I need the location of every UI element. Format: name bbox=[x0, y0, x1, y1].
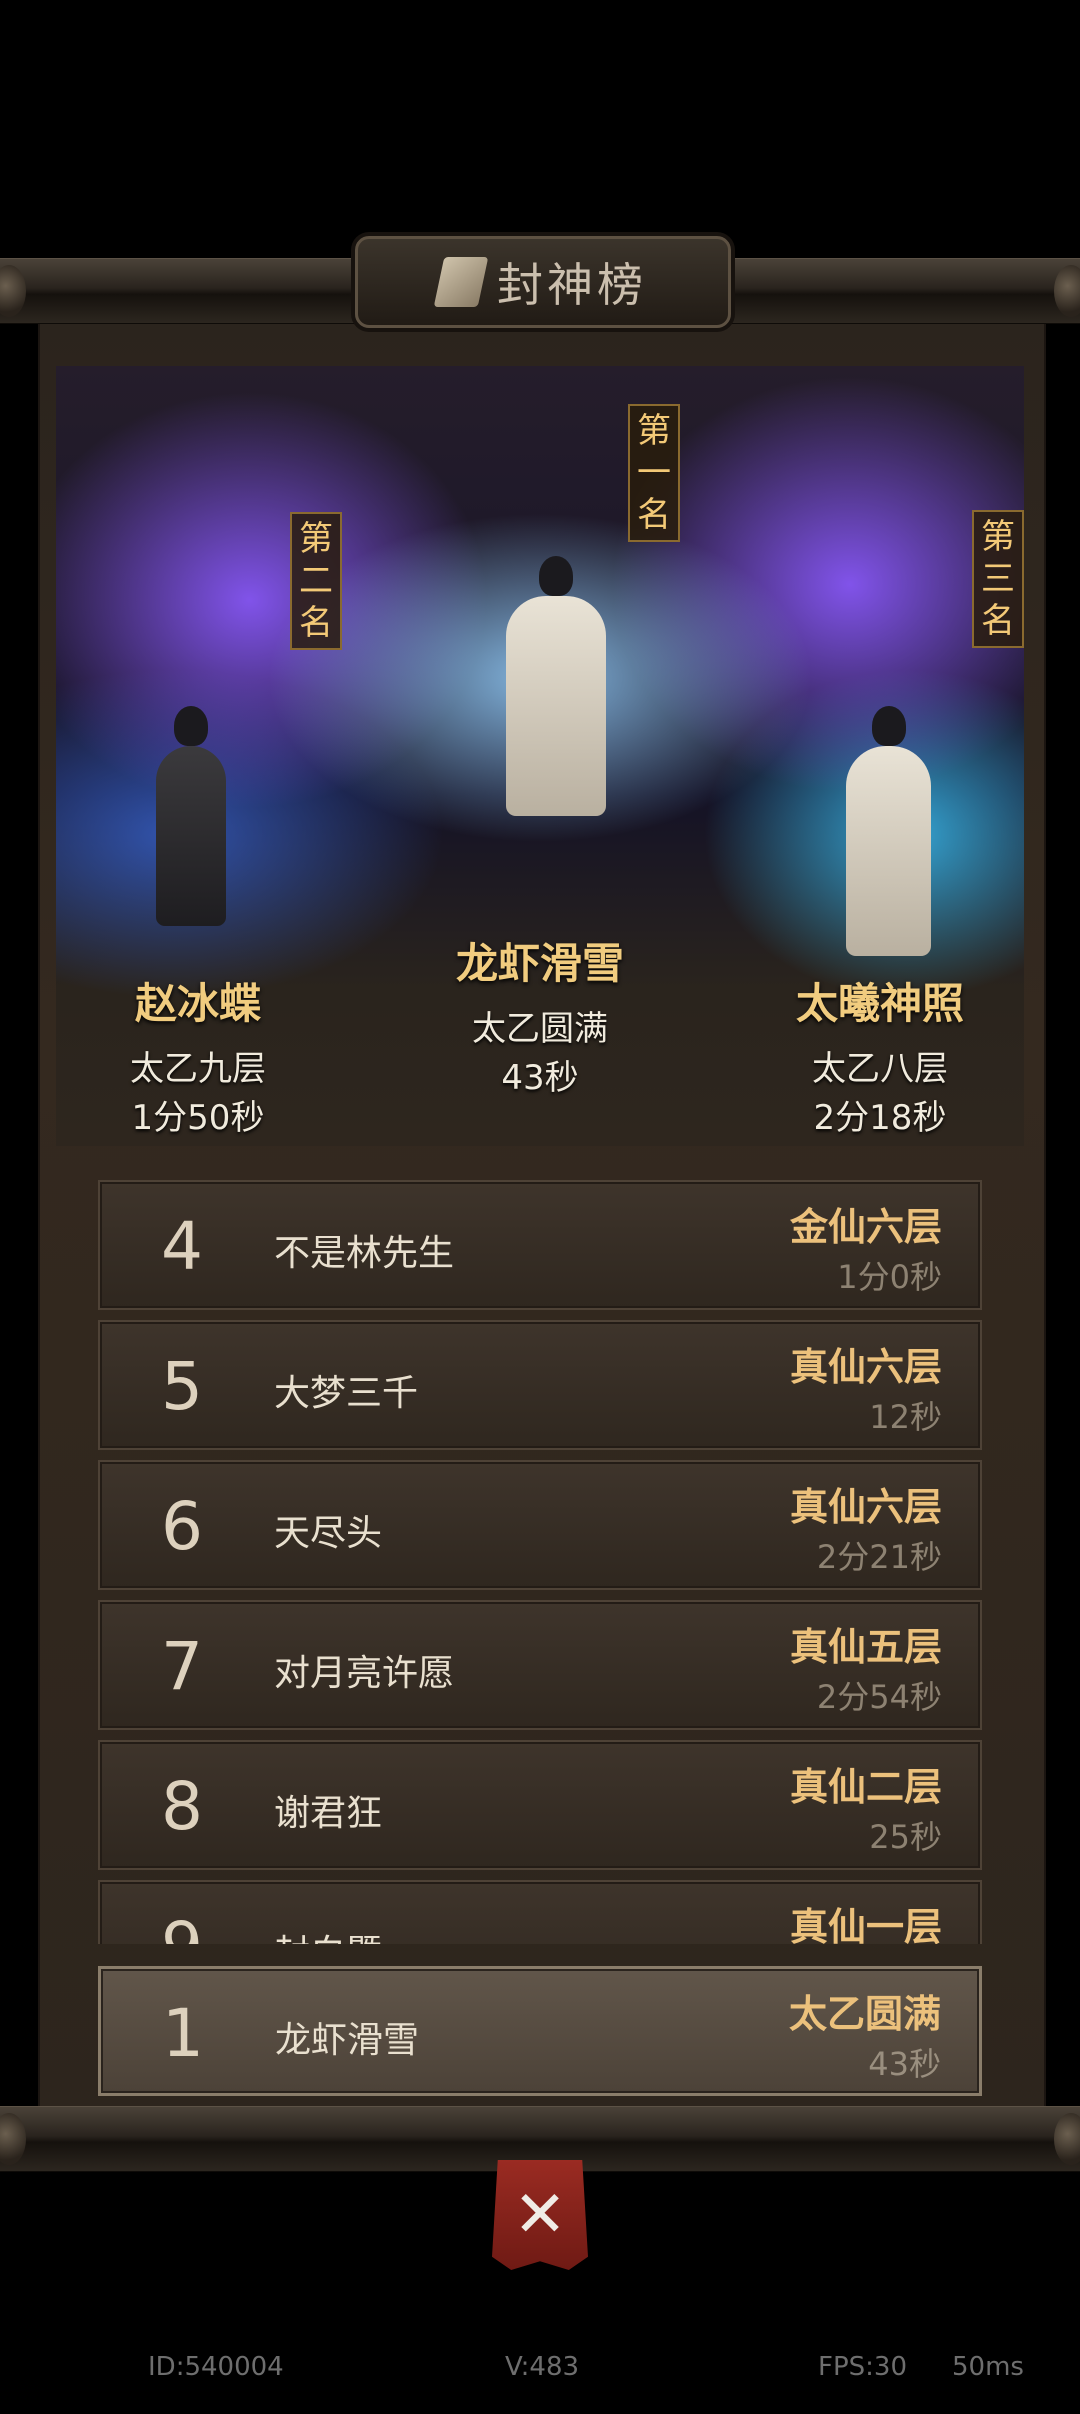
third-place-banner: 第三名 bbox=[972, 510, 1024, 648]
player-name: 龙虾滑雪 bbox=[275, 2020, 420, 2061]
player-realm: 真仙五层 bbox=[789, 1625, 942, 1669]
ranking-row[interactable]: 7 对月亮许愿 真仙五层 2分54秒 bbox=[98, 1600, 982, 1730]
player-time: 2分21秒 bbox=[816, 1538, 942, 1576]
debug-player-id: ID:540004 bbox=[148, 2352, 284, 2382]
player-name: 龙虾滑雪 bbox=[455, 939, 624, 988]
player-name: 赵冰蝶 bbox=[134, 979, 261, 1028]
podium-second[interactable]: 赵冰蝶 太乙九层 1分50秒 bbox=[33, 970, 363, 1139]
first-place-character[interactable] bbox=[506, 556, 606, 816]
player-realm: 金仙六层 bbox=[789, 1205, 942, 1249]
player-name: 太曦神照 bbox=[795, 979, 964, 1028]
rank-number: 1 bbox=[162, 1995, 204, 2072]
player-time: 1分0秒 bbox=[837, 1258, 942, 1296]
player-time: 25秒 bbox=[869, 1818, 942, 1856]
player-realm: 太乙九层 bbox=[130, 1049, 266, 1089]
podium-third[interactable]: 太曦神照 太乙八层 2分18秒 bbox=[715, 970, 1045, 1139]
close-button[interactable]: ✕ bbox=[492, 2160, 588, 2270]
rank-number: 4 bbox=[161, 1208, 203, 1285]
rank-number: 5 bbox=[161, 1348, 203, 1425]
podium-first[interactable]: 龙虾滑雪 太乙圆满 43秒 bbox=[375, 930, 705, 1099]
player-realm: 真仙六层 bbox=[789, 1345, 942, 1389]
player-realm: 真仙一层 bbox=[789, 1905, 942, 1944]
player-name: 大梦三千 bbox=[274, 1373, 419, 1414]
ranking-row[interactable]: 4 不是林先生 金仙六层 1分0秒 bbox=[98, 1180, 982, 1310]
player-time: 12秒 bbox=[869, 1398, 942, 1436]
player-realm: 太乙圆满 bbox=[788, 1992, 941, 2036]
player-realm: 太乙八层 bbox=[812, 1049, 948, 1089]
second-place-banner: 第二名 bbox=[290, 512, 342, 650]
my-ranking-row[interactable]: 1 龙虾滑雪 太乙圆满 43秒 bbox=[98, 1966, 982, 2096]
ranking-row[interactable]: 9 封白暨 真仙一层 bbox=[98, 1880, 982, 1944]
third-place-character[interactable] bbox=[846, 706, 931, 956]
rank-number: 9 bbox=[132, 1900, 232, 1944]
player-time: 2分54秒 bbox=[816, 1678, 942, 1716]
ranking-row[interactable]: 8 谢君狂 真仙二层 25秒 bbox=[98, 1740, 982, 1870]
ranking-row[interactable]: 6 天尽头 真仙六层 2分21秒 bbox=[98, 1460, 982, 1590]
player-realm: 真仙二层 bbox=[789, 1765, 942, 1809]
player-time: 2分18秒 bbox=[813, 1098, 947, 1138]
player-name: 对月亮许愿 bbox=[274, 1653, 455, 1694]
rank-number: 8 bbox=[161, 1768, 203, 1845]
close-icon: ✕ bbox=[513, 2178, 567, 2252]
player-realm: 太乙圆满 bbox=[472, 1009, 608, 1049]
rank-number: 6 bbox=[161, 1488, 203, 1565]
player-time: 43秒 bbox=[501, 1058, 579, 1098]
ranking-list[interactable]: 4 不是林先生 金仙六层 1分0秒 5 大梦三千 真仙六层 12秒 6 天尽头 … bbox=[98, 1180, 982, 1944]
player-name: 天尽头 bbox=[274, 1513, 383, 1554]
debug-latency: 50ms bbox=[952, 2352, 1024, 2382]
debug-fps: FPS:30 bbox=[818, 2352, 907, 2382]
title-plaque: 封神榜 bbox=[355, 236, 731, 328]
player-time: 1分50秒 bbox=[131, 1098, 265, 1138]
player-name: 封白暨 bbox=[274, 1924, 382, 1944]
first-place-banner: 第一名 bbox=[628, 404, 680, 542]
player-name: 谢君狂 bbox=[274, 1793, 383, 1834]
player-realm: 真仙六层 bbox=[789, 1485, 942, 1529]
scroll-icon bbox=[433, 257, 489, 307]
second-place-character[interactable] bbox=[156, 706, 226, 926]
player-time: 43秒 bbox=[868, 2045, 941, 2083]
player-name: 不是林先生 bbox=[274, 1233, 455, 1274]
ranking-row[interactable]: 5 大梦三千 真仙六层 12秒 bbox=[98, 1320, 982, 1450]
rank-number: 7 bbox=[161, 1628, 203, 1705]
debug-version: V:483 bbox=[505, 2352, 580, 2382]
page-title: 封神榜 bbox=[497, 258, 647, 312]
